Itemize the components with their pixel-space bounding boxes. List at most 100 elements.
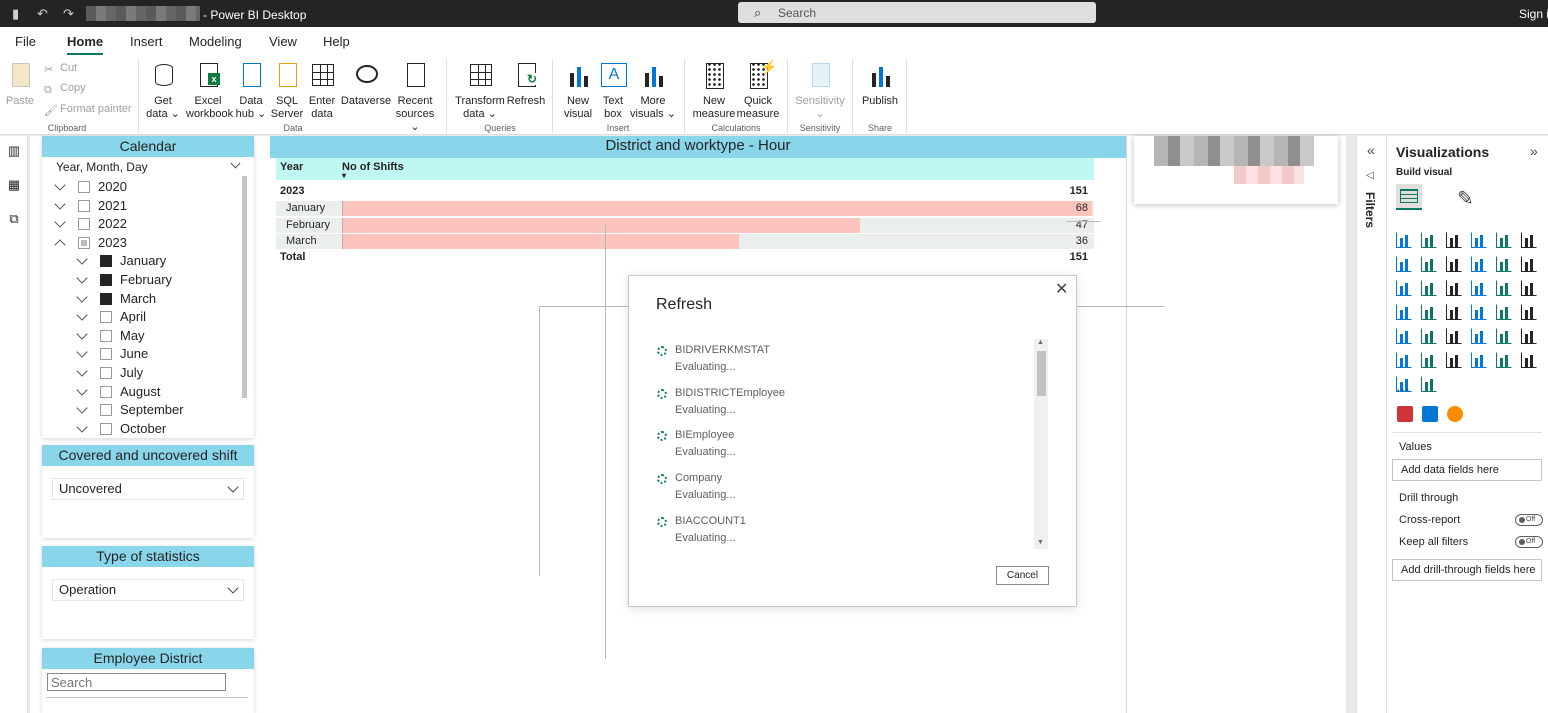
district-search-input[interactable]: [47, 673, 226, 691]
clustered-bar-icon[interactable]: [1446, 232, 1462, 248]
quick-measure-button[interactable]: ⚡ Quick measure: [736, 60, 780, 121]
calendar-visual-icon[interactable]: [1397, 406, 1413, 422]
get-more-icon[interactable]: [1421, 376, 1437, 392]
text-box-button[interactable]: A Text box: [596, 61, 630, 121]
chevron-down-icon[interactable]: [76, 402, 88, 414]
drill-through-well[interactable]: Add drill-through fields here: [1392, 559, 1542, 581]
tree-year-row[interactable]: 2020: [54, 178, 236, 196]
donut-icon[interactable]: [1496, 280, 1512, 296]
undo-icon[interactable]: ↶: [37, 6, 48, 22]
tree-month-row[interactable]: March: [76, 290, 238, 308]
build-visual-tab-icon[interactable]: [1396, 184, 1422, 210]
tree-month-row[interactable]: June: [76, 345, 238, 363]
filters-pane-collapsed[interactable]: « ◁ Filters: [1356, 136, 1386, 713]
chevron-down-icon[interactable]: [76, 365, 88, 377]
chevron-down-icon[interactable]: [54, 197, 66, 210]
new-visual-button[interactable]: New visual: [560, 61, 596, 121]
chevron-down-icon[interactable]: [76, 290, 88, 303]
funnel-icon[interactable]: [1421, 280, 1437, 296]
narrative-icon[interactable]: [1496, 352, 1512, 368]
line-column-icon[interactable]: [1471, 256, 1487, 272]
new-measure-button[interactable]: New measure: [692, 61, 736, 121]
model-view-icon[interactable]: ⧉: [6, 212, 22, 226]
multi-row-card-icon[interactable]: [1496, 304, 1512, 320]
chevron-down-icon[interactable]: [76, 328, 88, 340]
stacked-bar-icon[interactable]: [1396, 232, 1412, 248]
kpi-icon[interactable]: [1521, 304, 1537, 320]
checkbox[interactable]: [78, 236, 90, 249]
transform-data-button[interactable]: Transform data ⌄: [454, 61, 506, 121]
chevron-down-icon[interactable]: [76, 272, 88, 284]
stacked-column-icon[interactable]: [1421, 232, 1437, 248]
matrix-month-row[interactable]: February 47: [276, 217, 1094, 233]
col-shifts-header[interactable]: No of Shifts: [342, 161, 404, 173]
format-painter-button[interactable]: 🖌 Format painter: [44, 103, 132, 117]
tree-year-row[interactable]: 2021: [54, 197, 236, 215]
tree-month-row[interactable]: January: [76, 252, 238, 270]
excel-workbook-button[interactable]: x Excel workbook: [186, 61, 233, 121]
close-icon[interactable]: ✕: [1055, 279, 1068, 299]
more-visuals-ellipsis[interactable]: ···: [1396, 381, 1410, 397]
cross-report-toggle[interactable]: Off: [1515, 514, 1543, 526]
table-view-icon[interactable]: ▦: [6, 178, 22, 192]
chevron-down-icon[interactable]: [76, 253, 88, 266]
tab-modeling[interactable]: Modeling: [189, 34, 242, 49]
stats-dropdown[interactable]: Operation: [52, 579, 244, 601]
tree-month-row[interactable]: February: [76, 271, 238, 289]
card-icon[interactable]: [1471, 304, 1487, 320]
tree-year-row[interactable]: 2022: [54, 215, 236, 233]
checkbox[interactable]: [78, 199, 90, 212]
collapse-pane-icon[interactable]: »: [1530, 143, 1538, 159]
fish-visual-icon[interactable]: [1447, 406, 1463, 422]
dataverse-button[interactable]: Dataverse: [340, 61, 392, 108]
checkbox[interactable]: [100, 385, 112, 398]
checkbox[interactable]: [100, 348, 112, 361]
tree-year-row[interactable]: 2023: [54, 234, 236, 252]
scroll-thumb[interactable]: [1037, 351, 1046, 396]
checkbox[interactable]: [78, 218, 90, 231]
trophy-icon[interactable]: [1471, 352, 1487, 368]
scatter-icon[interactable]: [1446, 280, 1462, 296]
sign-in-link[interactable]: Sign i: [1519, 7, 1548, 21]
tree-month-row[interactable]: May: [76, 327, 238, 345]
search-box[interactable]: ⌕ Search: [738, 2, 1096, 23]
stacked-area-icon[interactable]: [1446, 256, 1462, 272]
sensitivity-button[interactable]: Sensitivity ⌄: [792, 61, 848, 121]
tree-month-row[interactable]: July: [76, 364, 238, 382]
key-influencers-icon[interactable]: [1521, 328, 1537, 344]
map-icon[interactable]: [1396, 304, 1412, 320]
chevron-down-icon[interactable]: [76, 346, 88, 359]
recent-sources-button[interactable]: Recent sources ⌄: [392, 61, 438, 134]
checkbox[interactable]: [100, 311, 112, 324]
checkbox[interactable]: [100, 422, 112, 435]
scroll-up-icon[interactable]: ▲: [1037, 339, 1044, 346]
checkbox[interactable]: [100, 255, 112, 268]
scroll-down-icon[interactable]: ▼: [1037, 539, 1044, 546]
checkbox[interactable]: [100, 274, 112, 286]
slicer-scrollbar[interactable]: [242, 176, 247, 398]
100-bar-icon[interactable]: [1496, 232, 1512, 248]
matrix-month-row[interactable]: March 36: [276, 234, 1094, 249]
tab-file[interactable]: File: [15, 34, 36, 49]
100-column-icon[interactable]: [1521, 232, 1537, 248]
qa-icon[interactable]: [1421, 352, 1437, 368]
chevron-down-icon[interactable]: [54, 216, 66, 228]
refresh-button[interactable]: ↻ Refresh: [506, 61, 546, 108]
gauge-icon[interactable]: [1446, 304, 1462, 320]
chevron-down-icon[interactable]: [76, 309, 88, 321]
python-visual-icon[interactable]: [1496, 328, 1512, 344]
clustered-column-icon[interactable]: [1471, 232, 1487, 248]
cancel-button[interactable]: Cancel: [996, 566, 1049, 585]
pie-icon[interactable]: [1471, 280, 1487, 296]
more-visuals-button[interactable]: More visuals ⌄: [630, 61, 676, 121]
waterfall-icon[interactable]: [1396, 280, 1412, 296]
r-visual-icon[interactable]: [1471, 328, 1487, 344]
enter-data-button[interactable]: Enter data: [306, 61, 338, 121]
matrix-month-row[interactable]: January 68: [276, 201, 1094, 216]
tab-home[interactable]: Home: [67, 34, 104, 56]
tree-month-row[interactable]: April: [76, 308, 238, 326]
list-visual-icon[interactable]: [1422, 406, 1438, 422]
power-apps-icon[interactable]: [1521, 352, 1537, 368]
expand-filters-icon[interactable]: «: [1367, 142, 1375, 158]
chevron-down-icon[interactable]: [76, 383, 88, 396]
